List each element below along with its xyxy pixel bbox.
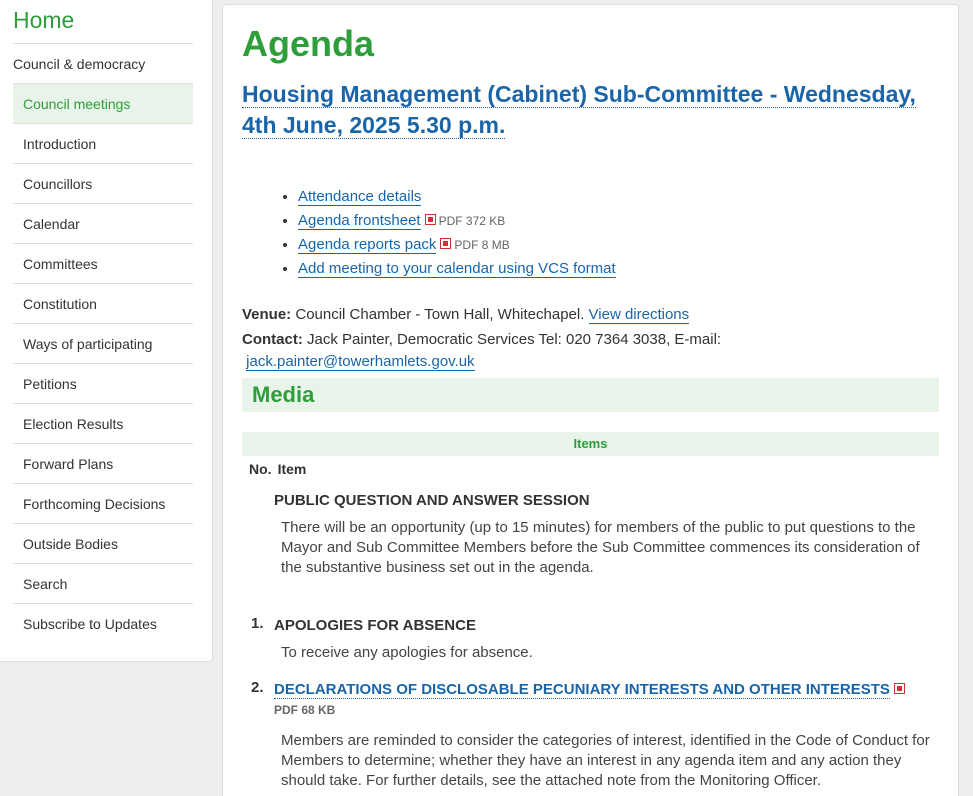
sidebar-item-search[interactable]: Search [13, 563, 193, 603]
contact-email-link[interactable]: jack.painter@towerhamlets.gov.uk [246, 353, 475, 371]
file-size: PDF 372 KB [438, 214, 506, 228]
sidebar-item-introduction[interactable]: Introduction [13, 123, 193, 163]
contact-text: Jack Painter, Democratic Services Tel: 0… [307, 331, 722, 348]
media-heading: Media [242, 378, 939, 412]
agenda-item: PUBLIC QUESTION AND ANSWER SESSION There… [242, 490, 939, 578]
agenda-item-number: 2. [251, 679, 264, 696]
agenda-frontsheet-link[interactable]: Agenda frontsheet [298, 212, 421, 230]
contact-line: Contact: Jack Painter, Democratic Servic… [242, 329, 939, 373]
sidebar-item-committees[interactable]: Committees [13, 243, 193, 283]
file-size: PDF 8 MB [454, 238, 510, 252]
add-to-calendar-link[interactable]: Add meeting to your calendar using VCS f… [298, 260, 616, 278]
agenda-item: 1. APOLOGIES FOR ABSENCE To receive any … [242, 615, 939, 663]
sidebar-item-subscribe[interactable]: Subscribe to Updates [13, 603, 193, 643]
sidebar-item-ways-of-participating[interactable]: Ways of participating [13, 323, 193, 363]
sidebar-item-election-results[interactable]: Election Results [13, 403, 193, 443]
pdf-icon [424, 214, 436, 225]
list-item: Add meeting to your calendar using VCS f… [298, 257, 939, 281]
list-item: Agenda reports pack PDF 8 MB [298, 233, 939, 257]
page-title: Agenda [242, 23, 375, 64]
home-link[interactable]: Home [0, 0, 212, 43]
agenda-item-number: 1. [251, 615, 264, 632]
column-item: Item [277, 461, 307, 477]
main-content: Agenda Housing Management (Cabinet) Sub-… [222, 4, 959, 796]
contact-label: Contact: [242, 331, 303, 348]
venue-line: Venue: Council Chamber - Town Hall, Whit… [242, 303, 939, 327]
meeting-links: Attendance details Agenda frontsheet PDF … [298, 185, 939, 281]
attendance-details-link[interactable]: Attendance details [298, 188, 422, 206]
sidebar-item-calendar[interactable]: Calendar [13, 203, 193, 243]
sidebar-item-forward-plans[interactable]: Forward Plans [13, 443, 193, 483]
agenda-item: 2. DECLARATIONS OF DISCLOSABLE PECUNIARY… [242, 679, 939, 791]
view-directions-link[interactable]: View directions [588, 306, 690, 324]
items-heading: Items [242, 432, 939, 456]
list-item: Agenda frontsheet PDF 372 KB [298, 209, 939, 233]
sidebar-item-council-meetings[interactable]: Council meetings [13, 83, 193, 123]
list-item: Attendance details [298, 185, 939, 209]
pdf-icon [893, 683, 905, 694]
venue-label: Venue: [242, 306, 292, 323]
agenda-item-description: Members are reminded to consider the cat… [281, 732, 930, 789]
column-no: No. [249, 461, 272, 477]
sidebar-item-petitions[interactable]: Petitions [13, 363, 193, 403]
agenda-item-description: To receive any apologies for absence. [281, 644, 533, 661]
file-size: PDF 68 KB [274, 703, 336, 717]
sidebar-item-council-democracy[interactable]: Council & democracy [13, 43, 193, 83]
agenda-item-title: PUBLIC QUESTION AND ANSWER SESSION [274, 492, 590, 509]
items-column-header: No. Item [242, 459, 939, 479]
sidebar-list: Council & democracy Council meetings Int… [13, 43, 193, 643]
sidebar-nav: Home Council & democracy Council meeting… [0, 0, 213, 662]
venue-text: Council Chamber - Town Hall, Whitechapel… [295, 306, 585, 323]
agenda-item-description: There will be an opportunity (up to 15 m… [281, 519, 920, 576]
pdf-icon [440, 238, 452, 249]
sidebar-item-outside-bodies[interactable]: Outside Bodies [13, 523, 193, 563]
declarations-link[interactable]: DECLARATIONS OF DISCLOSABLE PECUNIARY IN… [274, 681, 890, 699]
agenda-reports-pack-link[interactable]: Agenda reports pack [298, 236, 437, 254]
sidebar-item-forthcoming-decisions[interactable]: Forthcoming Decisions [13, 483, 193, 523]
sidebar-item-councillors[interactable]: Councillors [13, 163, 193, 203]
meeting-title-link[interactable]: Housing Management (Cabinet) Sub-Committ… [242, 81, 916, 139]
sidebar-item-constitution[interactable]: Constitution [13, 283, 193, 323]
agenda-item-title: APOLOGIES FOR ABSENCE [274, 617, 476, 634]
